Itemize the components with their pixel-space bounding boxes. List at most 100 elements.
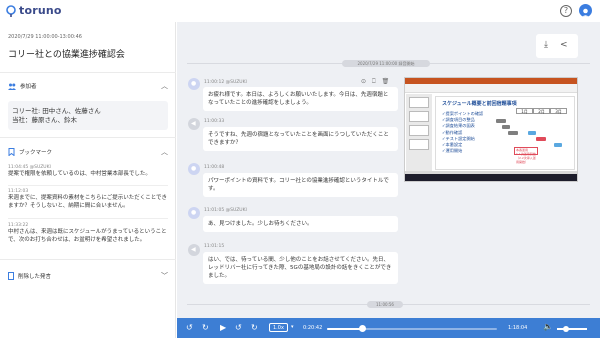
user-avatar-icon: ● xyxy=(188,207,200,219)
meeting-title: コリー社との協業進捗確認会 xyxy=(8,50,125,60)
seek-progress xyxy=(327,328,363,330)
user-avatar-icon[interactable] xyxy=(579,4,592,17)
bookmark-time: 11:33:22 xyxy=(8,223,29,228)
divider xyxy=(8,218,168,219)
seek-handle[interactable] xyxy=(359,325,367,332)
gantt-bar xyxy=(496,119,506,123)
participants-box: コリー社: 田中さん、佐藤さん 当社：藤原さん、鈴木 xyxy=(8,101,168,130)
logo-icon xyxy=(6,4,16,17)
gantt-bar xyxy=(502,125,510,129)
transcript-area: ⤓ < 2020/7/29 11:00:00 録音開始 ● 11:00:12 @… xyxy=(177,22,600,318)
slide-thumbnails xyxy=(406,94,432,174)
bookmark-item[interactable]: 11:04:45 @SUZUKI 提案で権限を依頼しているのは、中村営業本部長で… xyxy=(8,165,168,179)
bookmark-text: 中村さんは、来週は既にスケジュールがうまっているということで、次のお打ち合わせは… xyxy=(8,229,167,243)
volume-track[interactable] xyxy=(557,328,587,330)
bookmark-time: 11:04:45 @SUZUKI xyxy=(8,165,51,170)
deleted-heading: 削除した発言 xyxy=(18,274,52,280)
current-time: 0:20:42 xyxy=(303,325,323,331)
slide-months: 1月 2月 3月 xyxy=(516,108,567,114)
user-avatar-icon: ● xyxy=(188,163,200,175)
download-icon[interactable]: ⤓ xyxy=(544,40,548,50)
brand-logo[interactable]: toruno xyxy=(5,4,62,17)
divider xyxy=(0,72,176,73)
month-label: 2月 xyxy=(533,108,550,114)
delete-icon[interactable]: 🗑 xyxy=(382,78,390,86)
skip-forward-icon[interactable]: ↻ xyxy=(251,322,258,334)
bookmark-item[interactable]: 11:12:03 来週までに、提案資料の素材をこちらにご提示いただくことできます… xyxy=(8,189,168,210)
participants-line: コリー社: 田中さん、佐藤さん xyxy=(12,107,101,115)
share-icon[interactable]: < xyxy=(560,40,568,50)
bookmarks-header[interactable]: ブックマーク ︿ xyxy=(8,148,168,156)
divider xyxy=(8,185,168,186)
bookmark-time: 11:12:03 xyxy=(8,189,29,194)
meeting-sidebar: 2020/7/29 11:00:00-13:00:46 コリー社との協業進捗確認… xyxy=(0,22,176,338)
time-pill: 11:00:56 xyxy=(367,301,403,308)
divider xyxy=(0,259,176,260)
chevron-up-icon[interactable]: ︿ xyxy=(161,147,168,157)
deleted-header[interactable]: 削除した発言 ﹀ xyxy=(8,272,168,280)
message-time: 11:00:12 @SUZUKI xyxy=(204,80,247,85)
speed-selector[interactable]: 1.0x xyxy=(269,323,288,332)
chevron-up-icon[interactable]: ︿ xyxy=(161,81,168,91)
audio-player: ↺ ↻ ▶ ↺ ↻ 1.0x ▾ 0:20:42 1:18:04 🔈 xyxy=(177,318,600,338)
message-time: 11:00:33 xyxy=(204,119,225,124)
participants-icon xyxy=(8,83,16,90)
slide-task-list: ✓提案ポイントの確認 ✓調査項目の整品 ✓調査結果の図表 ✓動作確認 ✓テスト設… xyxy=(442,111,483,154)
bookmarks-heading: ブックマーク xyxy=(19,150,53,156)
caret-down-icon[interactable]: ▾ xyxy=(291,324,294,330)
participants-line: 当社：藤原さん、鈴木 xyxy=(12,115,77,124)
gantt-bar xyxy=(554,143,562,147)
gantt-bar xyxy=(536,137,546,141)
date-pill: 2020/7/29 11:00:00 録音開始 xyxy=(342,60,430,67)
message-bubble[interactable]: お疲れ様です。本日は、よろしくお願いいたします。今日は、先週宿題となっていたこと… xyxy=(203,87,398,111)
seek-track[interactable] xyxy=(327,328,497,330)
bookmark-icon xyxy=(8,148,15,156)
month-label: 3月 xyxy=(550,108,567,114)
rewind-icon[interactable]: ↺ xyxy=(186,322,193,334)
message-bubble[interactable]: はい、では、待っている間、少し他のことをお話させてください。先日、レッドリバー社… xyxy=(203,252,398,284)
play-circle-icon[interactable]: ⊙ xyxy=(361,78,366,86)
top-bar: toruno ? xyxy=(0,0,600,22)
bookmark-text: 提案で権限を依頼しているのは、中村営業本部長でした。 xyxy=(8,171,151,177)
slide-thumb xyxy=(409,125,429,136)
slide-thumb xyxy=(409,111,429,122)
divider xyxy=(0,137,176,138)
forward-icon[interactable]: ↻ xyxy=(202,322,209,334)
bookmark-item[interactable]: 11:33:22 中村さんは、来週は既にスケジュールがうまっているということで、… xyxy=(8,223,168,244)
slide-canvas: スケジュール概要と前回宿題事項 1月 2月 3月 ✓提案ポイントの確認 ✓調査項… xyxy=(435,96,575,170)
month-label: 1月 xyxy=(516,108,533,114)
gantt-bar xyxy=(508,131,518,135)
volume-handle[interactable] xyxy=(563,326,569,332)
message-time: 11:00:48 xyxy=(204,165,225,170)
app-toolbar xyxy=(405,84,577,93)
gantt-bar xyxy=(528,131,536,135)
message-bubble[interactable]: そうですね、先週の宿題となっていたことを画面にうつしていただくことできますか？ xyxy=(203,127,398,151)
message-bubble[interactable]: パワーポイントの資料です。コリー社との協業進捗確認というタイトルです。 xyxy=(203,173,398,197)
slide-thumb xyxy=(409,97,429,108)
message-tools: ⊙ ⎕ 🗑 xyxy=(361,78,389,86)
document-icon xyxy=(8,272,14,280)
volume-icon[interactable]: 🔈 xyxy=(543,322,553,331)
slide-task: ✓運用開始 xyxy=(442,148,463,154)
play-icon[interactable]: ▶ xyxy=(220,322,226,334)
chevron-down-icon[interactable]: ﹀ xyxy=(161,271,168,281)
speaker-icon: ◀ xyxy=(188,244,200,256)
brand-name: toruno xyxy=(19,4,62,17)
help-icon[interactable]: ? xyxy=(560,5,572,17)
meeting-datetime: 2020/7/29 11:00:00-13:00:46 xyxy=(8,34,82,40)
participants-header[interactable]: 参加者 ︿ xyxy=(8,82,168,90)
slide-note: 本番運用 1.1次運用開始（2.2次導入運用開始） xyxy=(514,147,538,164)
slide-note-2: 1.1次運用開始（2.2次導入運用開始） xyxy=(516,152,536,164)
slide-thumb xyxy=(409,139,429,150)
export-card: ⤓ < xyxy=(536,34,578,58)
os-taskbar xyxy=(405,174,577,181)
skip-back-icon[interactable]: ↺ xyxy=(235,322,242,334)
participants-heading: 参加者 xyxy=(20,84,37,90)
bookmark-icon[interactable]: ⎕ xyxy=(372,78,376,86)
total-time: 1:18:04 xyxy=(508,325,528,331)
message-bubble[interactable]: あ、見つけました。少しお待ちください。 xyxy=(203,216,398,232)
shared-screen-thumbnail[interactable]: スケジュール概要と前回宿題事項 1月 2月 3月 ✓提案ポイントの確認 ✓調査項… xyxy=(404,77,578,182)
bookmark-text: 来週までに、提案資料の素材をこちらにご提示いただくことできますか？そうしないと、… xyxy=(8,195,168,209)
message-time: 11:01:05 @SUZUKI xyxy=(204,208,247,213)
user-avatar-icon: ● xyxy=(188,78,200,90)
